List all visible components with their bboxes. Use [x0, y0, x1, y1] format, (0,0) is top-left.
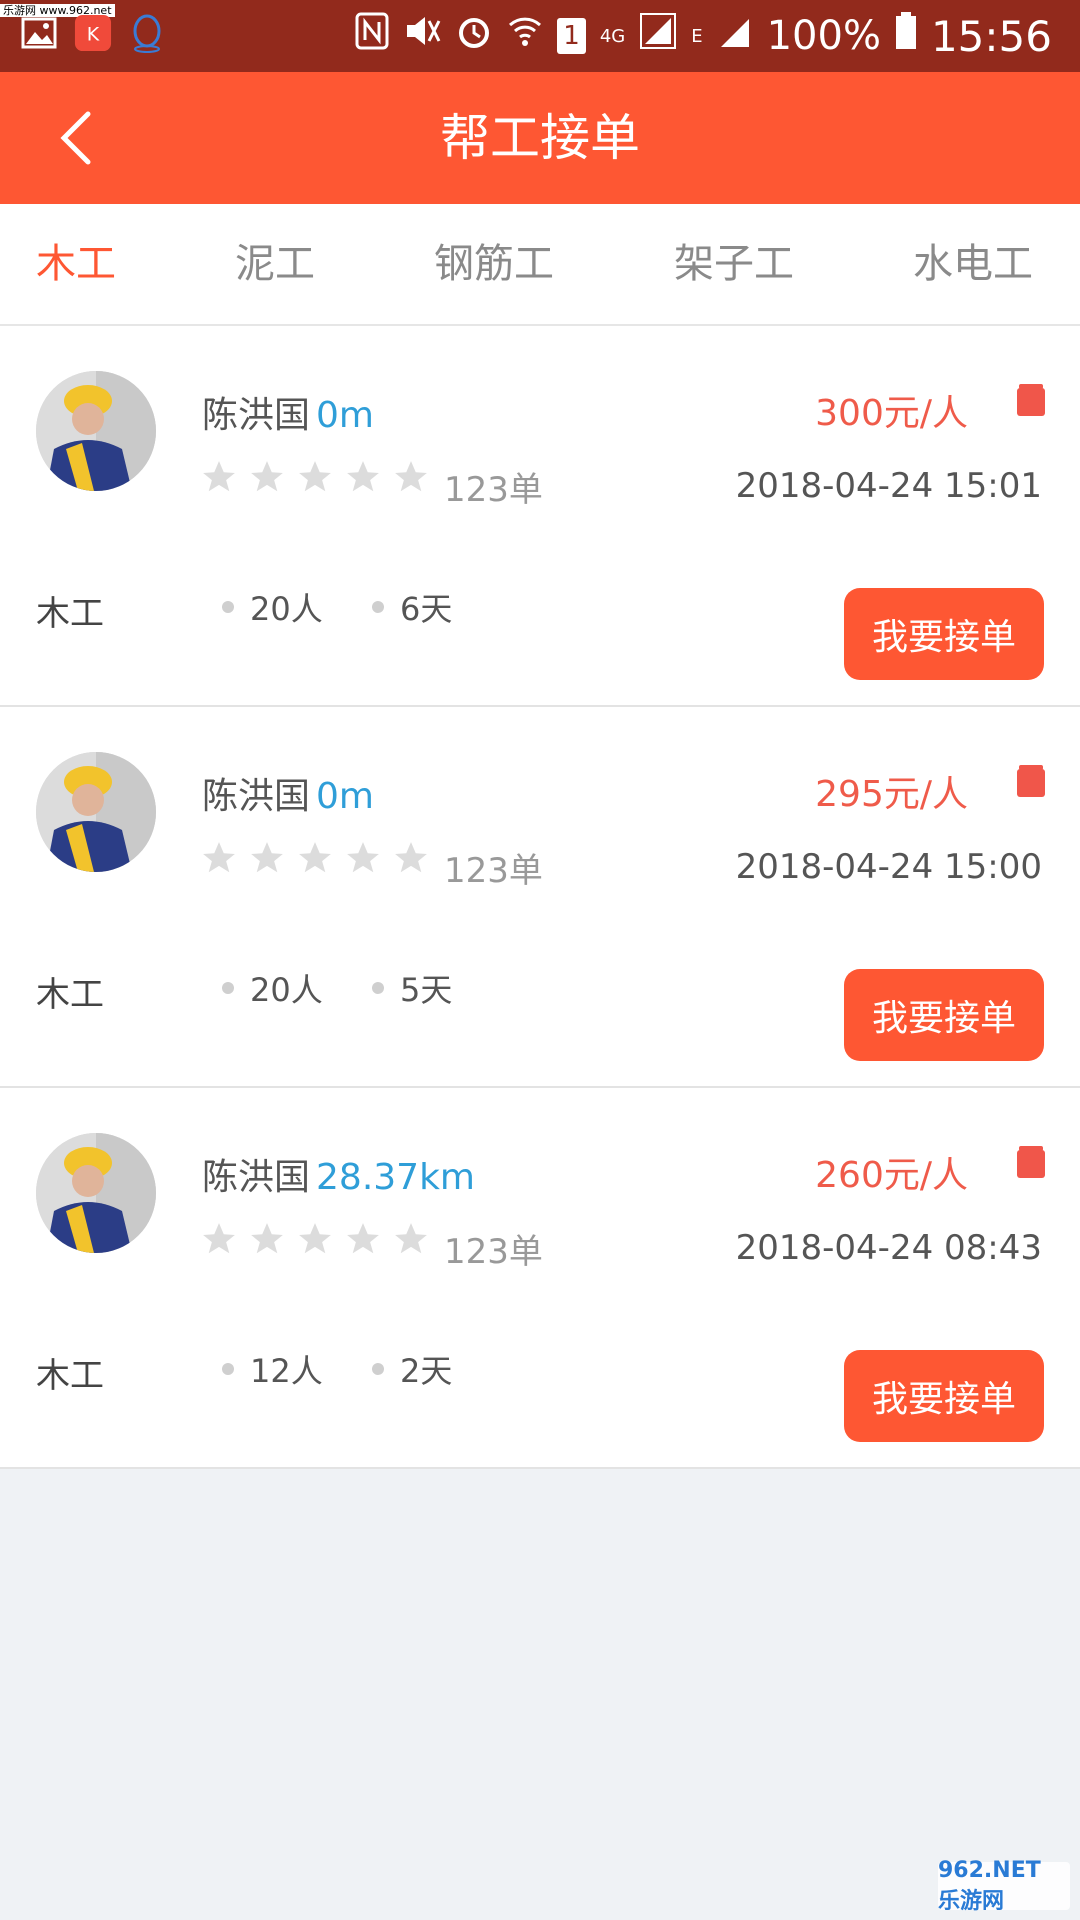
battery-percent: 100% [766, 13, 881, 59]
bullet-icon [222, 982, 234, 994]
network-4g-label: 4G [599, 25, 626, 47]
delete-icon[interactable] [1016, 380, 1046, 416]
battery-icon [895, 12, 917, 60]
accept-order-button[interactable]: 我要接单 [844, 969, 1044, 1061]
trade-type: 木工 [36, 1356, 104, 1396]
tab-rebar-worker[interactable]: 钢筋工 [434, 204, 554, 324]
page-title: 帮工接单 [440, 109, 640, 167]
svg-text:K: K [87, 24, 100, 46]
post-datetime: 2018-04-24 15:01 [735, 466, 1042, 506]
people-needed-text: 20人 [250, 971, 323, 1009]
order-card[interactable]: 陈洪国 0m 123单 300元/人 2018-04-24 15:01 木工 20… [0, 326, 1080, 707]
people-needed-text: 20人 [250, 590, 323, 628]
nfc-icon [355, 12, 389, 60]
bullet-icon [372, 601, 384, 613]
star-icon [203, 842, 235, 873]
tab-plumber-electrician[interactable]: 水电工 [913, 204, 1033, 324]
trade-type: 木工 [36, 594, 104, 634]
tab-mason[interactable]: 泥工 [235, 204, 315, 324]
star-icon [299, 842, 331, 873]
star-icon [347, 842, 379, 873]
rating-stars [200, 1220, 430, 1258]
avatar [36, 752, 156, 872]
accept-order-button[interactable]: 我要接单 [844, 1350, 1044, 1442]
image-icon [20, 14, 58, 52]
star-icon [395, 461, 427, 492]
star-icon [203, 461, 235, 492]
order-card[interactable]: 陈洪国 28.37km 123单 260元/人 2018-04-24 08:43 … [0, 1088, 1080, 1469]
status-bar: 乐游网 www.962.net K 1 4G E 100% 15:56 [0, 0, 1080, 72]
worker-name: 陈洪国 0m [202, 767, 374, 819]
star-icon [251, 1223, 283, 1254]
star-icon [299, 461, 331, 492]
post-datetime: 2018-04-24 15:00 [735, 847, 1042, 887]
app-header: 帮工接单 [0, 72, 1080, 204]
star-icon [347, 461, 379, 492]
network-e-label: E [691, 25, 703, 47]
duration-text: 5天 [400, 971, 453, 1009]
worker-name: 陈洪国 28.37km [202, 1148, 475, 1200]
rating-stars [200, 839, 430, 877]
duration: 2天 [372, 1346, 452, 1392]
people-needed: 12人 [222, 1346, 323, 1392]
bullet-icon [372, 982, 384, 994]
price: 260元/人 [815, 1155, 968, 1196]
star-icon [251, 461, 283, 492]
tab-carpenter[interactable]: 木工 [36, 204, 116, 324]
app-icon: K [74, 14, 112, 52]
bottom-watermark: 962.NET 乐游网 [938, 1858, 1070, 1914]
worker-name: 陈洪国 0m [202, 386, 374, 438]
avatar [36, 371, 156, 491]
star-icon [299, 1223, 331, 1254]
post-datetime: 2018-04-24 08:43 [735, 1228, 1042, 1268]
duration: 5天 [372, 965, 452, 1011]
accept-order-button[interactable]: 我要接单 [844, 588, 1044, 680]
bullet-icon [222, 601, 234, 613]
signal-icon-2 [717, 13, 753, 59]
price: 295元/人 [815, 774, 968, 815]
trade-type: 木工 [36, 975, 104, 1015]
worker-name-text: 陈洪国 [202, 1157, 311, 1198]
duration-text: 6天 [400, 590, 453, 628]
bullet-icon [222, 1363, 234, 1375]
bullet-icon [372, 1363, 384, 1375]
star-icon [203, 1223, 235, 1254]
worker-name-text: 陈洪国 [202, 395, 311, 436]
delete-icon[interactable] [1016, 761, 1046, 797]
duration: 6天 [372, 584, 452, 630]
star-icon [395, 842, 427, 873]
worker-name-text: 陈洪国 [202, 776, 311, 817]
distance: 0m [316, 776, 374, 817]
signal-icon-1 [639, 12, 677, 60]
sim-icon: 1 [557, 18, 586, 54]
star-icon [251, 842, 283, 873]
wifi-icon [507, 13, 543, 59]
people-needed-text: 12人 [250, 1352, 323, 1390]
people-needed: 20人 [222, 584, 323, 630]
clock: 15:56 [930, 11, 1052, 61]
distance: 28.37km [316, 1157, 475, 1198]
system-status: 1 4G E 100% 15:56 [355, 0, 1052, 72]
tab-scaffolder[interactable]: 架子工 [674, 204, 794, 324]
notification-icons: K [20, 14, 166, 53]
order-count: 123单 [444, 470, 543, 510]
distance: 0m [316, 395, 374, 436]
rating-stars [200, 458, 430, 496]
price: 300元/人 [815, 393, 968, 434]
order-card[interactable]: 陈洪国 0m 123单 295元/人 2018-04-24 15:00 木工 20… [0, 707, 1080, 1088]
alarm-icon [455, 12, 493, 60]
avatar [36, 1133, 156, 1253]
order-list: 陈洪国 0m 123单 300元/人 2018-04-24 15:01 木工 20… [0, 326, 1080, 1469]
order-count: 123单 [444, 1232, 543, 1272]
star-icon [395, 1223, 427, 1254]
duration-text: 2天 [400, 1352, 453, 1390]
people-needed: 20人 [222, 965, 323, 1011]
mute-icon [403, 13, 441, 59]
star-icon [347, 1223, 379, 1254]
trade-tabs: 木工 泥工 钢筋工 架子工 水电工 [0, 204, 1080, 326]
qq-icon [128, 14, 166, 53]
order-count: 123单 [444, 851, 543, 891]
delete-icon[interactable] [1016, 1142, 1046, 1178]
